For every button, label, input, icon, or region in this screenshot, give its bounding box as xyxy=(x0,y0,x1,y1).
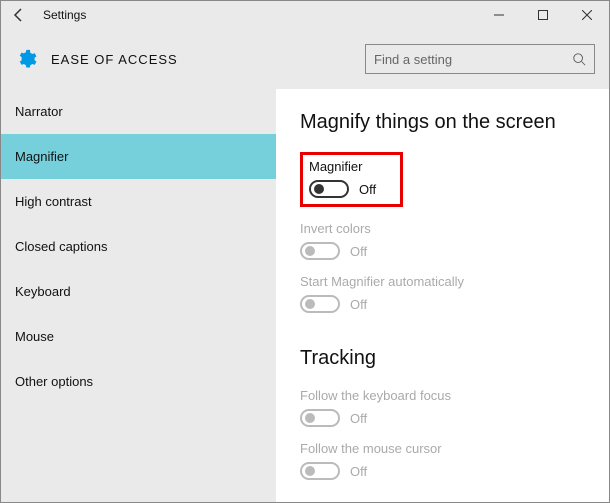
highlight-box: Magnifier Off xyxy=(300,152,403,207)
setting-label-autostart: Start Magnifier automatically xyxy=(300,274,601,289)
toggle-state: Off xyxy=(350,464,367,479)
toggle-keyboard-focus xyxy=(300,409,340,427)
maximize-button[interactable] xyxy=(521,1,565,29)
sidebar-item-label: Other options xyxy=(15,374,93,389)
sidebar: Narrator Magnifier High contrast Closed … xyxy=(1,89,276,502)
minimize-button[interactable] xyxy=(477,1,521,29)
toggle-state: Off xyxy=(350,411,367,426)
close-button[interactable] xyxy=(565,1,609,29)
section-heading-magnify: Magnify things on the screen xyxy=(300,111,601,134)
toggle-autostart xyxy=(300,295,340,313)
gear-icon xyxy=(15,48,37,70)
toggle-state: Off xyxy=(350,297,367,312)
sidebar-item-label: High contrast xyxy=(15,194,92,209)
toggle-magnifier[interactable] xyxy=(309,180,349,198)
sidebar-item-keyboard[interactable]: Keyboard xyxy=(1,269,276,314)
toggle-state: Off xyxy=(350,244,367,259)
content: Magnify things on the screen Magnifier O… xyxy=(276,89,609,502)
setting-label-invert: Invert colors xyxy=(300,221,601,236)
sidebar-item-label: Narrator xyxy=(15,104,63,119)
sidebar-item-mouse[interactable]: Mouse xyxy=(1,314,276,359)
sidebar-item-other-options[interactable]: Other options xyxy=(1,359,276,404)
sidebar-item-magnifier[interactable]: Magnifier xyxy=(1,134,276,179)
setting-label-mouse-cursor: Follow the mouse cursor xyxy=(300,441,601,456)
sidebar-item-narrator[interactable]: Narrator xyxy=(1,89,276,134)
toggle-mouse-cursor xyxy=(300,462,340,480)
section-heading-tracking: Tracking xyxy=(300,347,601,370)
sidebar-item-label: Mouse xyxy=(15,329,54,344)
setting-label-magnifier: Magnifier xyxy=(309,159,376,174)
search-input[interactable] xyxy=(374,52,572,67)
back-button[interactable] xyxy=(5,1,33,29)
window-title: Settings xyxy=(43,8,86,22)
titlebar: Settings xyxy=(1,1,609,29)
sidebar-item-high-contrast[interactable]: High contrast xyxy=(1,179,276,224)
toggle-invert-colors xyxy=(300,242,340,260)
search-box[interactable] xyxy=(365,44,595,74)
toggle-state: Off xyxy=(359,182,376,197)
page-title: EASE OF ACCESS xyxy=(51,52,178,67)
header: EASE OF ACCESS xyxy=(1,29,609,89)
setting-label-keyboard-focus: Follow the keyboard focus xyxy=(300,388,601,403)
sidebar-item-closed-captions[interactable]: Closed captions xyxy=(1,224,276,269)
sidebar-item-label: Magnifier xyxy=(15,149,68,164)
sidebar-item-label: Closed captions xyxy=(15,239,108,254)
sidebar-item-label: Keyboard xyxy=(15,284,71,299)
search-icon xyxy=(572,52,586,66)
